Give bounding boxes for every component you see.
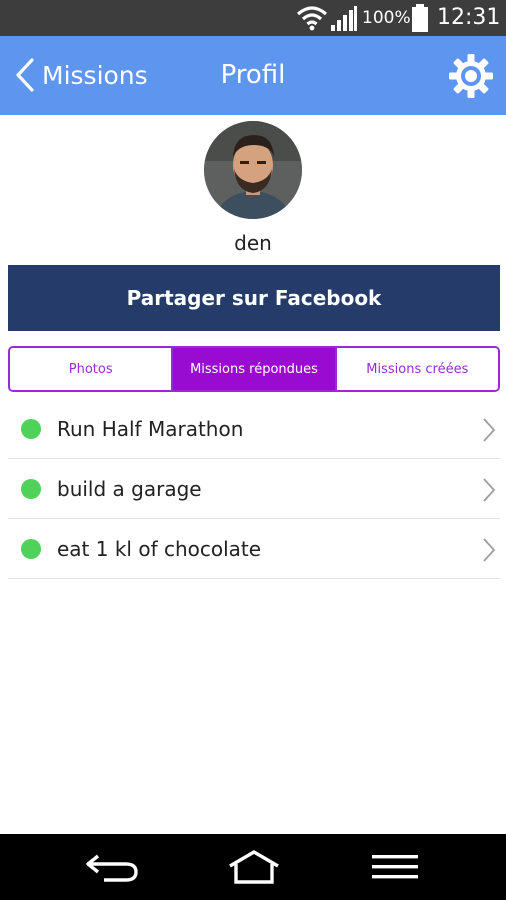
avatar — [204, 121, 302, 219]
avatar-photo — [204, 121, 302, 219]
chevron-right-icon — [483, 538, 496, 562]
chevron-left-icon — [16, 58, 34, 92]
home-icon[interactable] — [224, 848, 284, 886]
list-item[interactable]: build a garage — [8, 459, 500, 519]
share-facebook-button[interactable]: Partager sur Facebook — [8, 265, 500, 331]
status-dot — [21, 539, 41, 559]
tab-missions-repondues[interactable]: Missions répondues — [171, 348, 335, 390]
back-label: Missions — [42, 60, 148, 90]
menu-icon[interactable] — [366, 848, 426, 886]
clock: 12:31 — [437, 5, 501, 30]
tab-photos[interactable]: Photos — [10, 348, 172, 390]
status-bar: 100% 12:31 — [0, 0, 506, 36]
chevron-right-icon — [483, 478, 496, 502]
tab-missions-creees[interactable]: Missions créées — [334, 348, 498, 390]
status-dot — [21, 419, 41, 439]
gear-icon[interactable] — [448, 53, 494, 99]
back-button[interactable]: Missions — [14, 52, 164, 98]
app-header: Missions Profil — [0, 36, 506, 115]
mission-title: Run Half Marathon — [57, 417, 244, 441]
list-item[interactable]: Run Half Marathon — [8, 399, 500, 459]
status-dot — [21, 479, 41, 499]
nav-bar — [0, 834, 506, 900]
signal-icon — [331, 6, 357, 31]
battery-percent: 100% — [362, 8, 411, 28]
mission-list: Run Half Marathon build a garage eat 1 k… — [8, 399, 500, 579]
screen: 100% 12:31 Missions Profil den Partager … — [0, 0, 506, 900]
mission-title: build a garage — [57, 477, 202, 501]
mission-title: eat 1 kl of chocolate — [57, 537, 262, 561]
battery-icon — [412, 4, 428, 32]
list-item[interactable]: eat 1 kl of chocolate — [8, 519, 500, 579]
username: den — [234, 231, 272, 255]
chevron-right-icon — [483, 418, 496, 442]
profile-tabs: Photos Missions répondues Missions créée… — [8, 346, 500, 392]
wifi-icon — [296, 6, 328, 31]
back-icon[interactable] — [82, 848, 142, 886]
